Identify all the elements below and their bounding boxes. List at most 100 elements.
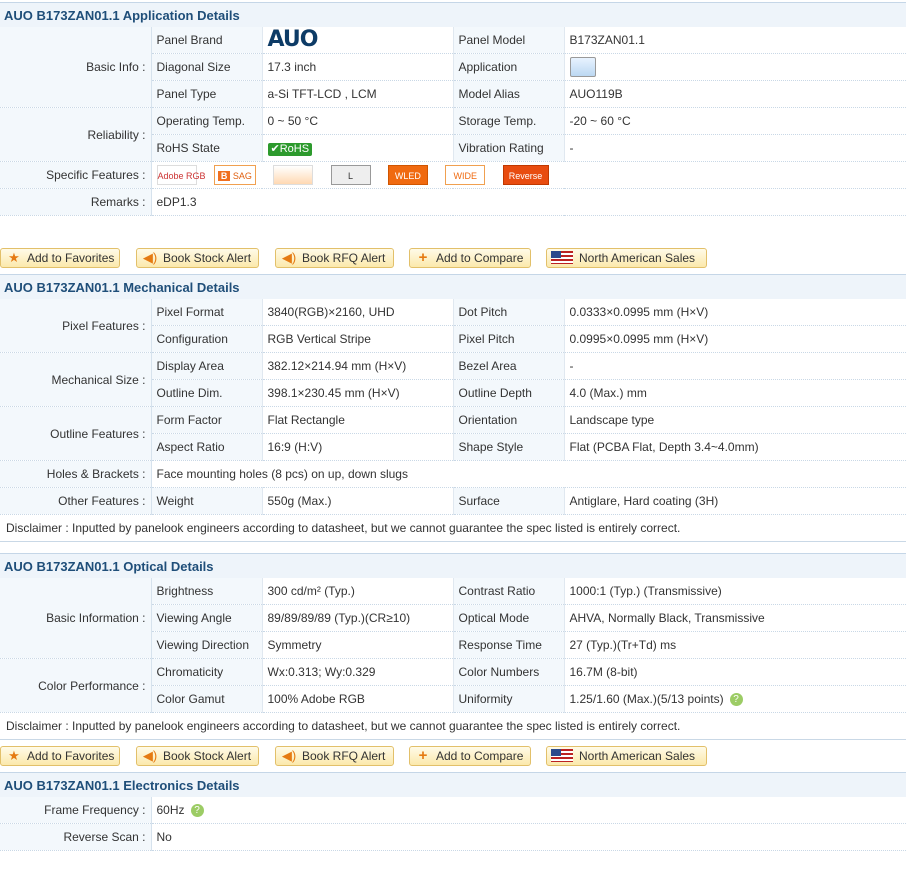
other-features-label: Other Features : (0, 487, 152, 515)
response-time-label: Response Time (453, 631, 565, 659)
frame-frequency-value: 60Hz (156, 802, 185, 817)
add-to-compare-label: Add to Compare (436, 749, 524, 763)
viewing-direction-label: Viewing Direction (151, 631, 263, 659)
add-to-compare-button[interactable]: + Add to Compare (409, 248, 531, 268)
add-to-compare-button[interactable]: + Add to Compare (409, 746, 531, 766)
aspect-ratio-label: Aspect Ratio (151, 433, 263, 461)
configuration-label: Configuration (151, 325, 263, 353)
operating-temp-value: 0 ~ 50 °C (262, 107, 454, 135)
color-numbers-label: Color Numbers (453, 658, 565, 686)
outline-depth-value: 4.0 (Max.) mm (564, 379, 906, 407)
sag-feature-icon[interactable]: B SAG (213, 165, 256, 185)
speaker-icon: ◀) (142, 250, 158, 265)
north-american-sales-button[interactable]: North American Sales (546, 248, 707, 268)
panel-brand-label: Panel Brand (151, 27, 263, 54)
rohs-state-label: RoHS State (151, 134, 263, 162)
application-value (564, 53, 906, 81)
pixel-format-label: Pixel Format (151, 299, 263, 326)
l-feature-icon[interactable]: L (330, 165, 371, 185)
rohs-state-value: ✔RoHS (262, 134, 454, 162)
book-rfq-alert-button[interactable]: ◀) Book RFQ Alert (275, 746, 394, 766)
book-stock-alert-button[interactable]: ◀) Book Stock Alert (136, 746, 259, 766)
speaker-icon: ◀) (142, 748, 158, 763)
contrast-ratio-label: Contrast Ratio (453, 578, 565, 605)
book-rfq-alert-label: Book RFQ Alert (302, 251, 386, 265)
pixel-format-value: 3840(RGB)×2160, UHD (262, 299, 454, 326)
mechanical-disclaimer: Disclaimer : Inputted by panelook engine… (0, 515, 906, 542)
plus-icon: + (418, 249, 428, 266)
optical-details-section: Basic Information : Brightness 300 cd/m²… (0, 578, 906, 740)
mechanical-details-section: Pixel Features : Pixel Format 3840(RGB)×… (0, 299, 906, 542)
check-icon: ✔ (270, 142, 280, 155)
color-gamut-value: 100% Adobe RGB (262, 685, 454, 713)
panel-brand-logo[interactable]: AUO (262, 27, 454, 54)
optical-mode-value: AHVA, Normally Black, Transmissive (564, 604, 906, 632)
remarks-label: Remarks : (0, 188, 152, 216)
star-icon: ★ (8, 250, 20, 265)
help-icon[interactable]: ? (190, 804, 204, 818)
book-stock-alert-label: Book Stock Alert (163, 749, 252, 763)
north-american-sales-button[interactable]: North American Sales (546, 746, 707, 766)
basic-info-label: Basic Info : (0, 27, 152, 108)
panel-type-value: a-Si TFT-LCD , LCM (262, 80, 454, 108)
color-performance-label: Color Performance : (0, 658, 152, 713)
configuration-value: RGB Vertical Stripe (262, 325, 454, 353)
book-rfq-alert-button[interactable]: ◀) Book RFQ Alert (275, 248, 394, 268)
orientation-value: Landscape type (564, 406, 906, 434)
color-gamut-label: Color Gamut (151, 685, 263, 713)
holes-brackets-value: Face mounting holes (8 pcs) on up, down … (151, 460, 906, 488)
add-to-favorites-label: Add to Favorites (27, 749, 115, 763)
uniformity-value: 1.25/1.60 (Max.)(5/13 points) (569, 691, 724, 706)
display-area-value: 382.12×214.94 mm (H×V) (262, 352, 454, 380)
surface-value: Antiglare, Hard coating (3H) (564, 487, 906, 515)
viewing-angle-label: Viewing Angle (151, 604, 263, 632)
shape-style-value: Flat (PCBA Flat, Depth 3.4~4.0mm) (564, 433, 906, 461)
optical-mode-label: Optical Mode (453, 604, 565, 632)
laptop-icon[interactable] (569, 57, 596, 77)
bezel-area-label: Bezel Area (453, 352, 565, 380)
orientation-label: Orientation (453, 406, 565, 434)
reverse-feature-icon[interactable]: Reverse (502, 165, 549, 185)
north-american-sales-label: North American Sales (579, 749, 696, 763)
sag-feature-text: SAG (232, 171, 252, 181)
wide-feature-icon[interactable]: WIDE (445, 165, 486, 185)
frame-frequency-cell: 60Hz? (151, 797, 906, 824)
vibration-rating-label: Vibration Rating (453, 134, 565, 162)
add-to-favorites-button[interactable]: ★ Add to Favorites (0, 746, 120, 766)
form-factor-label: Form Factor (151, 406, 263, 434)
help-icon[interactable]: ? (729, 693, 743, 707)
dot-pitch-label: Dot Pitch (453, 299, 565, 326)
specific-features-icons: Adobe RGB B SAG L WLED WIDE Reverse (151, 161, 906, 189)
plus-icon: + (418, 747, 428, 764)
adobe-rgb-feature-icon[interactable]: Adobe RGB (156, 165, 206, 185)
application-details-header: AUO B173ZAN01.1 Application Details (0, 2, 906, 28)
remarks-value: eDP1.3 (151, 188, 906, 216)
speaker-icon: ◀) (281, 250, 297, 265)
us-flag-icon (551, 251, 573, 264)
model-alias-value: AUO119B (564, 80, 906, 108)
auo-logo-icon[interactable]: AUO (268, 27, 319, 52)
us-flag-icon (551, 749, 573, 762)
diagonal-size-label: Diagonal Size (151, 53, 263, 81)
reliability-label: Reliability : (0, 107, 152, 162)
rohs-text: RoHS (279, 142, 310, 155)
bezel-area-value: - (564, 352, 906, 380)
application-label: Application (453, 53, 565, 81)
electronics-details-section: Frame Frequency : 60Hz? Reverse Scan : N… (0, 797, 906, 851)
wled-feature-icon[interactable]: WLED (387, 165, 428, 185)
form-factor-value: Flat Rectangle (262, 406, 454, 434)
frame-frequency-label: Frame Frequency : (0, 797, 152, 824)
book-stock-alert-button[interactable]: ◀) Book Stock Alert (136, 248, 259, 268)
storage-temp-label: Storage Temp. (453, 107, 565, 135)
weight-value: 550g (Max.) (262, 487, 454, 515)
rohs-badge: ✔RoHS (267, 142, 313, 156)
reverse-scan-label: Reverse Scan : (0, 823, 152, 851)
operating-temp-label: Operating Temp. (151, 107, 263, 135)
uniformity-label: Uniformity (453, 685, 565, 713)
flat-panel-feature-icon[interactable] (273, 165, 314, 185)
add-to-favorites-button[interactable]: ★ Add to Favorites (0, 248, 120, 268)
chromaticity-label: Chromaticity (151, 658, 263, 686)
model-alias-label: Model Alias (453, 80, 565, 108)
add-to-favorites-label: Add to Favorites (27, 251, 115, 265)
holes-brackets-label: Holes & Brackets : (0, 460, 152, 488)
